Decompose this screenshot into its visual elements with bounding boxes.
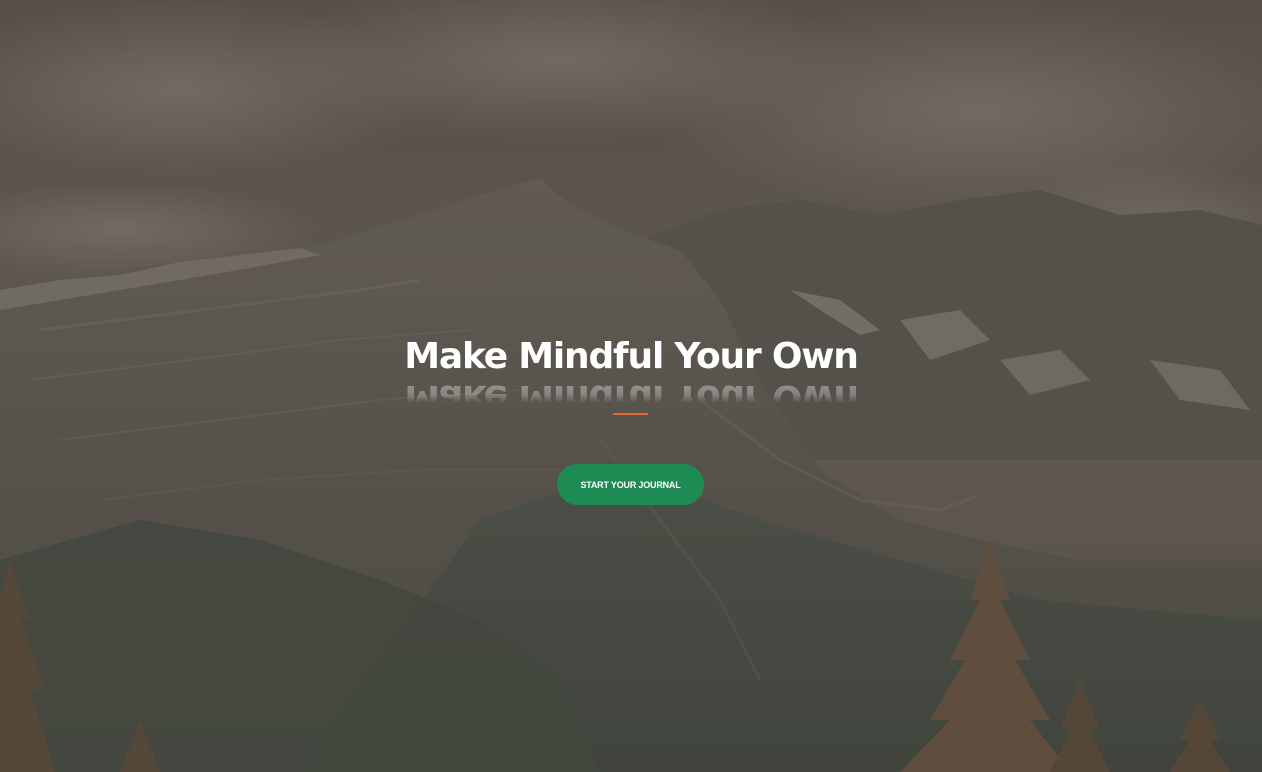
start-journal-button[interactable]: START YOUR JOURNAL <box>557 464 704 505</box>
hero-content: Make Mindful Your Own Make Mindful Your … <box>0 332 1262 418</box>
page-title: Make Mindful Your Own <box>404 336 859 377</box>
title-divider <box>613 413 648 415</box>
title-wrap: Make Mindful Your Own Make Mindful Your … <box>404 332 859 418</box>
hero-section: Make Mindful Your Own Make Mindful Your … <box>0 0 1262 772</box>
